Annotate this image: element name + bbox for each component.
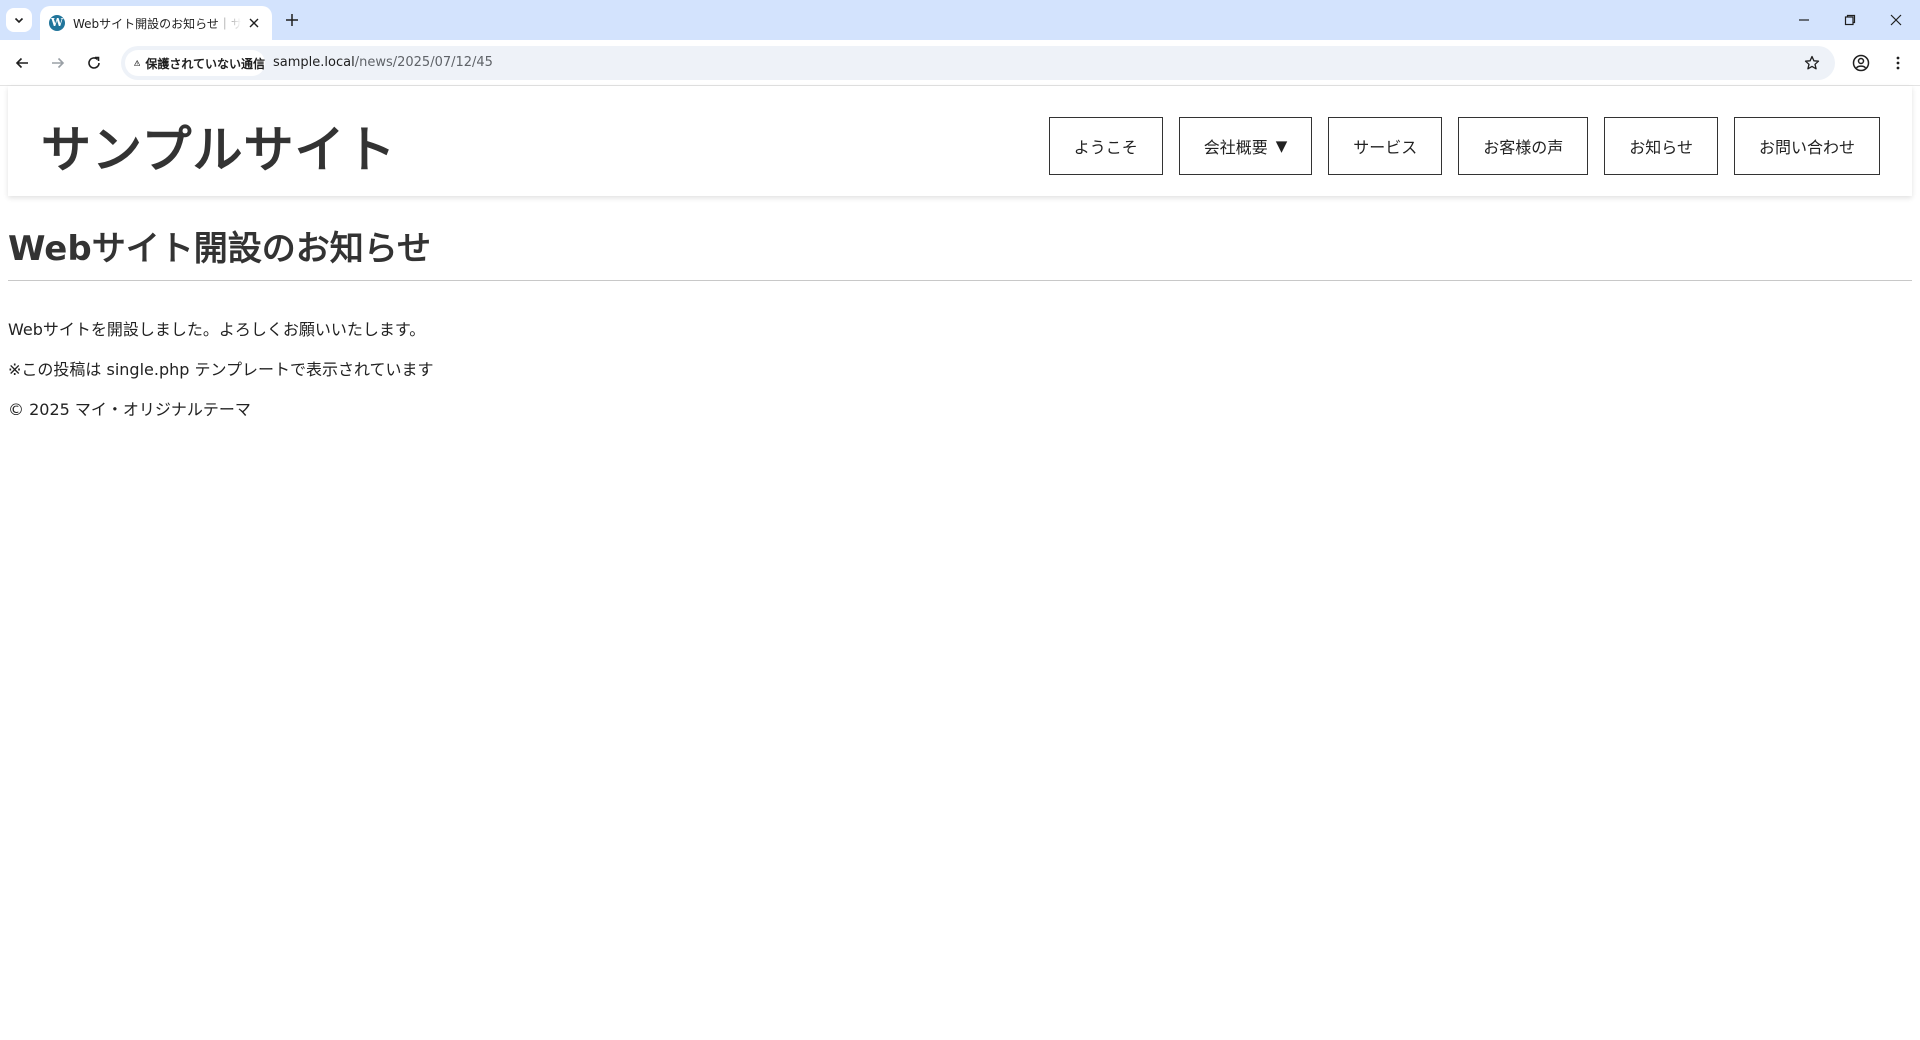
nav-item-label: ようこそ bbox=[1073, 138, 1138, 157]
minimize-button[interactable] bbox=[1788, 8, 1820, 32]
bookmark-button[interactable] bbox=[1801, 52, 1823, 74]
profile-button[interactable] bbox=[1849, 51, 1873, 75]
close-window-button[interactable] bbox=[1880, 8, 1912, 32]
site-header: サンプルサイト ようこそ 会社概要 ▼ サービス お客様の声 お知らせ お問い合… bbox=[8, 86, 1912, 196]
post-paragraph: Webサイトを開設しました。よろしくお願いいたします。 bbox=[8, 320, 426, 339]
new-tab-button[interactable] bbox=[280, 10, 304, 30]
star-icon bbox=[1804, 55, 1820, 70]
reload-button[interactable] bbox=[82, 51, 106, 75]
url-host: sample.local bbox=[273, 55, 355, 70]
warning-icon bbox=[134, 60, 141, 66]
url-path: /news/2025/07/12/45 bbox=[354, 55, 493, 70]
wordpress-icon: W bbox=[49, 15, 65, 31]
title-divider bbox=[8, 280, 1912, 281]
arrow-left-icon bbox=[15, 57, 28, 69]
nav-item-services[interactable]: サービス bbox=[1328, 117, 1443, 175]
tab-title: Webサイト開設のお知らせ｜サンプルサイト bbox=[73, 16, 241, 31]
browser-tab-active[interactable]: W Webサイト開設のお知らせ｜サンプルサイト bbox=[40, 6, 272, 40]
nav-item-news[interactable]: お知らせ bbox=[1604, 117, 1718, 175]
nav-item-testimonials[interactable]: お客様の声 bbox=[1458, 117, 1589, 175]
page-content: サンプルサイト ようこそ 会社概要 ▼ サービス お客様の声 お知らせ お問い合… bbox=[0, 86, 1920, 1040]
close-icon bbox=[249, 18, 259, 28]
browser-toolbar: 保護されていない通信 sample.local/news/2025/07/12/… bbox=[0, 40, 1920, 86]
security-label: 保護されていない通信 bbox=[145, 56, 265, 71]
restore-button[interactable] bbox=[1834, 8, 1866, 32]
footer-copyright: © 2025 マイ・オリジナルテーマ bbox=[8, 400, 251, 419]
nav-item-welcome[interactable]: ようこそ bbox=[1048, 117, 1163, 175]
browser-menu-button[interactable] bbox=[1886, 51, 1910, 75]
nav-item-label: サービス bbox=[1353, 138, 1418, 157]
close-icon bbox=[1890, 14, 1902, 26]
forward-button[interactable] bbox=[46, 51, 70, 75]
caret-down-icon: ▼ bbox=[1275, 137, 1288, 155]
nav-item-label: 会社概要 bbox=[1203, 138, 1268, 157]
chevron-down-icon bbox=[14, 17, 24, 24]
tab-close-button[interactable] bbox=[245, 14, 263, 32]
nav-item-label: お知らせ bbox=[1629, 138, 1693, 157]
back-button[interactable] bbox=[10, 51, 34, 75]
minimize-icon bbox=[1799, 19, 1809, 21]
nav-item-label: お問い合わせ bbox=[1758, 138, 1855, 157]
site-title[interactable]: サンプルサイト bbox=[41, 110, 397, 182]
nav-item-company[interactable]: 会社概要 ▼ bbox=[1178, 117, 1313, 175]
tab-search-button[interactable] bbox=[6, 8, 32, 32]
arrow-right-icon bbox=[52, 57, 65, 69]
more-vert-icon bbox=[1896, 56, 1900, 70]
main-navigation: ようこそ 会社概要 ▼ サービス お客様の声 お知らせ お問い合わせ bbox=[1048, 117, 1880, 175]
restore-icon bbox=[1844, 14, 1856, 26]
reload-icon bbox=[88, 56, 100, 69]
post-title: Webサイト開設のお知らせ bbox=[8, 229, 432, 269]
nav-item-label: お客様の声 bbox=[1483, 138, 1564, 157]
template-note: ※この投稿は single.php テンプレートで表示されています bbox=[8, 360, 434, 379]
account-circle-icon bbox=[1852, 54, 1870, 72]
browser-tab-strip: W Webサイト開設のお知らせ｜サンプルサイト bbox=[0, 0, 1920, 40]
plus-icon bbox=[286, 14, 298, 26]
url-text[interactable]: sample.local/news/2025/07/12/45 bbox=[273, 55, 493, 70]
address-bar[interactable]: 保護されていない通信 sample.local/news/2025/07/12/… bbox=[121, 46, 1835, 80]
nav-item-contact[interactable]: お問い合わせ bbox=[1733, 117, 1880, 175]
security-chip[interactable]: 保護されていない通信 bbox=[125, 50, 265, 76]
